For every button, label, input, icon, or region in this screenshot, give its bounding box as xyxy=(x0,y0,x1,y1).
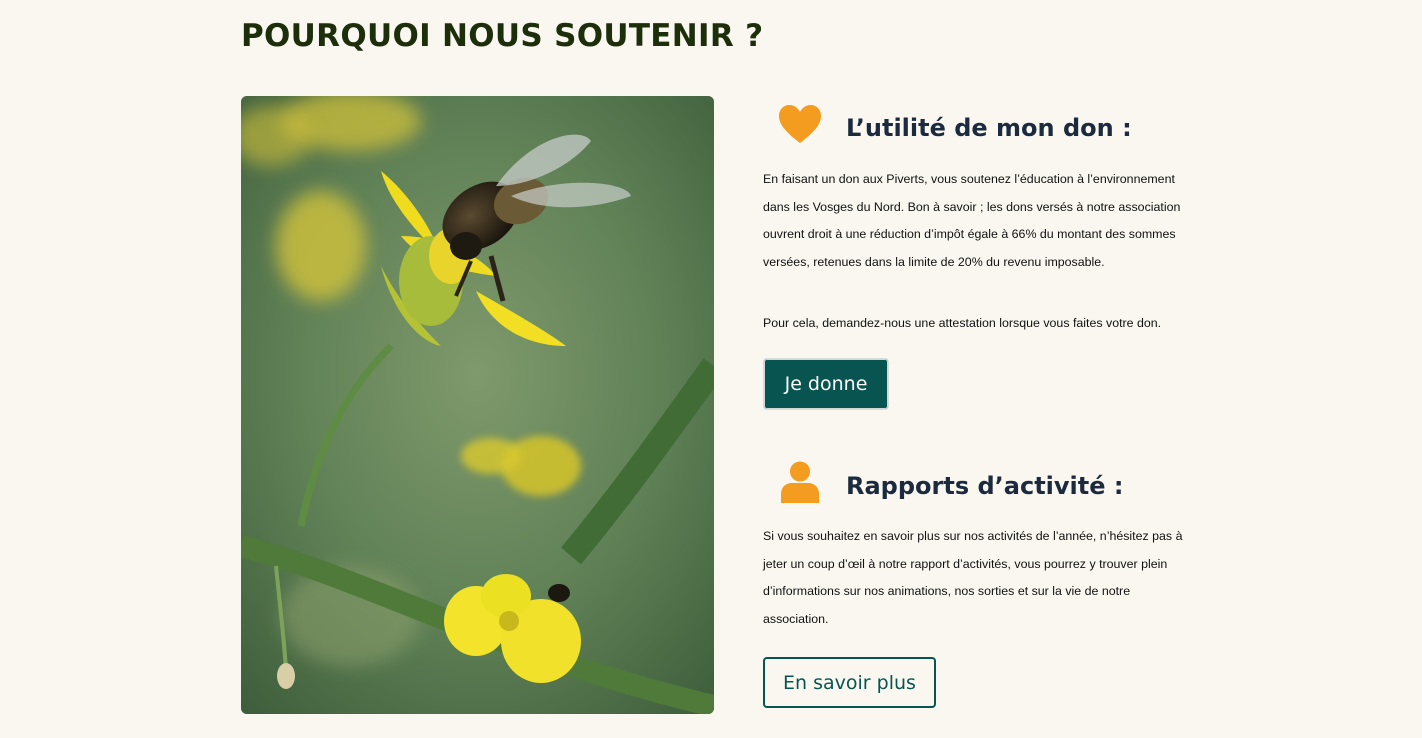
user-icon xyxy=(777,460,823,506)
donate-button[interactable]: Je donne xyxy=(763,358,889,410)
donation-paragraph: En faisant un don aux Piverts, vous sout… xyxy=(763,172,1181,269)
donation-attestation-paragraph: Pour cela, demandez-nous une attestation… xyxy=(763,316,1162,330)
page-title: POURQUOI NOUS SOUTENIR ? xyxy=(241,18,764,54)
reports-heading: Rapports d’activité : xyxy=(846,472,1124,500)
heart-icon xyxy=(777,103,823,149)
reports-paragraph: Si vous souhaitez en savoir plus sur nos… xyxy=(763,529,1183,626)
learn-more-button[interactable]: En savoir plus xyxy=(763,657,936,708)
bee-flower-photo xyxy=(241,96,714,714)
donation-heading: L’utilité de mon don : xyxy=(846,114,1132,142)
